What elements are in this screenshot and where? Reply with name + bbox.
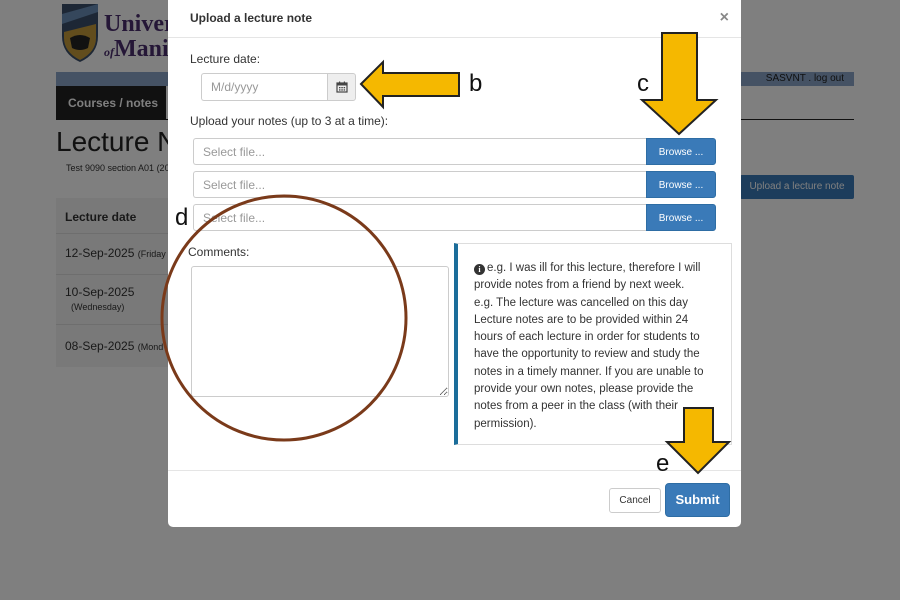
annotation-label-d: d xyxy=(175,204,189,231)
calendar-icon xyxy=(336,81,348,93)
info-line: notes from a peer in the class (with the… xyxy=(474,400,678,413)
info-line: hours of each lecture in order for stude… xyxy=(474,331,700,344)
comments-textarea[interactable] xyxy=(191,266,449,397)
upload-lecture-note-dialog: Upload a lecture note × Lecture date: Up… xyxy=(168,0,741,527)
info-line: permission). xyxy=(474,417,537,430)
cancel-button[interactable]: Cancel xyxy=(609,488,661,513)
annotation-label-e: e xyxy=(656,450,670,477)
info-line: e.g. The lecture was cancelled on this d… xyxy=(474,296,688,309)
browse-button-1[interactable]: Browse ... xyxy=(646,138,716,165)
comments-info-box: i e.g. I was ill for this lecture, theref… xyxy=(454,243,732,445)
calendar-button[interactable] xyxy=(327,73,356,101)
file-input-3[interactable] xyxy=(193,204,647,231)
info-line: have the opportunity to review and study… xyxy=(474,348,700,361)
info-line: notes in a timely manner. If you are una… xyxy=(474,365,704,378)
close-icon[interactable]: × xyxy=(720,9,729,27)
dialog-header: Upload a lecture note × xyxy=(168,0,741,38)
lecture-date-input[interactable] xyxy=(201,73,328,101)
comments-label: Comments: xyxy=(188,245,250,259)
browse-button-3[interactable]: Browse ... xyxy=(646,204,716,231)
info-line: provide notes from a friend by next week… xyxy=(474,279,685,292)
lecture-date-label: Lecture date: xyxy=(190,52,261,66)
upload-notes-label: Upload your notes (up to 3 at a time): xyxy=(190,114,389,128)
info-line: e.g. I was ill for this lecture, therefo… xyxy=(487,262,701,274)
file-input-2[interactable] xyxy=(193,171,647,198)
file-input-1[interactable] xyxy=(193,138,647,165)
annotation-label-c: c xyxy=(637,70,649,97)
annotation-label-b: b xyxy=(469,70,483,97)
browse-button-2[interactable]: Browse ... xyxy=(646,171,716,198)
submit-button[interactable]: Submit xyxy=(665,483,730,517)
info-line: provide your own notes, please provide t… xyxy=(474,383,694,396)
info-icon: i xyxy=(474,264,485,275)
info-line: Lecture notes are to be provided within … xyxy=(474,313,689,326)
dialog-title: Upload a lecture note xyxy=(190,11,313,25)
